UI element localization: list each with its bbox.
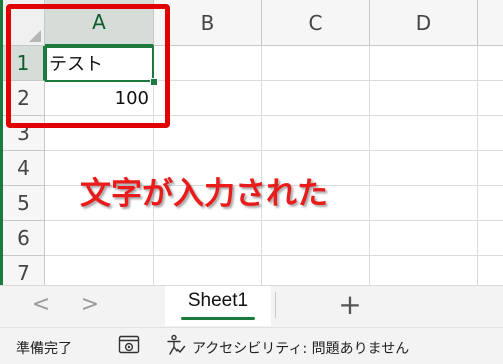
cell-e5[interactable] xyxy=(478,186,503,221)
cell-a1[interactable]: テスト xyxy=(45,46,154,81)
column-header-c[interactable]: C xyxy=(262,0,370,46)
cell-d4[interactable] xyxy=(370,151,478,186)
row-header-2[interactable]: 2 xyxy=(3,81,45,116)
add-sheet-button[interactable]: + xyxy=(336,289,364,321)
cell-a2[interactable]: 100 xyxy=(45,81,154,116)
excel-window: A B C D 1 2 3 4 5 6 7 テスト 100 文字が入力された <… xyxy=(0,0,503,364)
plus-icon: + xyxy=(338,288,362,321)
select-all-corner[interactable] xyxy=(3,0,45,46)
cell-d6[interactable] xyxy=(370,221,478,256)
cell-e4[interactable] xyxy=(478,151,503,186)
row-header-6[interactable]: 6 xyxy=(3,221,45,256)
cell-b1[interactable] xyxy=(154,46,262,81)
chevron-left-icon: < xyxy=(31,292,51,317)
row-header-4[interactable]: 4 xyxy=(3,151,45,186)
cell-b6[interactable] xyxy=(154,221,262,256)
select-all-triangle-icon xyxy=(29,30,41,42)
cell-d5[interactable] xyxy=(370,186,478,221)
accessibility-status-text[interactable]: アクセシビリティ: 問題ありません xyxy=(192,338,409,358)
sheet-tab-sheet1[interactable]: Sheet1 xyxy=(165,286,271,326)
status-ready-text: 準備完了 xyxy=(16,341,72,357)
row-header-5[interactable]: 5 xyxy=(3,186,45,221)
scroll-prev-sheet-button[interactable]: < xyxy=(29,293,53,317)
scroll-next-sheet-button[interactable]: > xyxy=(78,293,102,317)
column-header-e[interactable] xyxy=(478,0,503,46)
annotation-text: 文字が入力された xyxy=(80,176,328,212)
macro-recording-icon[interactable] xyxy=(118,335,140,355)
fill-handle[interactable] xyxy=(150,78,158,86)
cell-d2[interactable] xyxy=(370,81,478,116)
cell-e2[interactable] xyxy=(478,81,503,116)
sheet-tab-label: Sheet1 xyxy=(187,290,249,311)
row-header-3[interactable]: 3 xyxy=(3,116,45,151)
cell-e1[interactable] xyxy=(478,46,503,81)
cell-b2[interactable] xyxy=(154,81,262,116)
cell-d3[interactable] xyxy=(370,116,478,151)
sheet-tab-bar: < > Sheet1 + xyxy=(0,285,503,327)
accessibility-icon[interactable] xyxy=(166,334,186,356)
cell-c6[interactable] xyxy=(262,221,370,256)
column-header-d[interactable]: D xyxy=(370,0,478,46)
cell-c1[interactable] xyxy=(262,46,370,81)
cell-c2[interactable] xyxy=(262,81,370,116)
chevron-right-icon: > xyxy=(80,292,100,317)
cell-d1[interactable] xyxy=(370,46,478,81)
column-header-b[interactable]: B xyxy=(154,0,262,46)
cell-a3[interactable] xyxy=(45,116,154,151)
row-header-1[interactable]: 1 xyxy=(3,46,45,81)
status-bar: 準備完了 アクセシビリティ: 問題ありません xyxy=(0,327,503,364)
tab-divider xyxy=(275,292,276,318)
column-header-a[interactable]: A xyxy=(45,0,154,46)
cell-b3[interactable] xyxy=(154,116,262,151)
active-sheet-indicator xyxy=(181,317,255,320)
cell-c3[interactable] xyxy=(262,116,370,151)
cell-e6[interactable] xyxy=(478,221,503,256)
cell-a6[interactable] xyxy=(45,221,154,256)
cell-e3[interactable] xyxy=(478,116,503,151)
